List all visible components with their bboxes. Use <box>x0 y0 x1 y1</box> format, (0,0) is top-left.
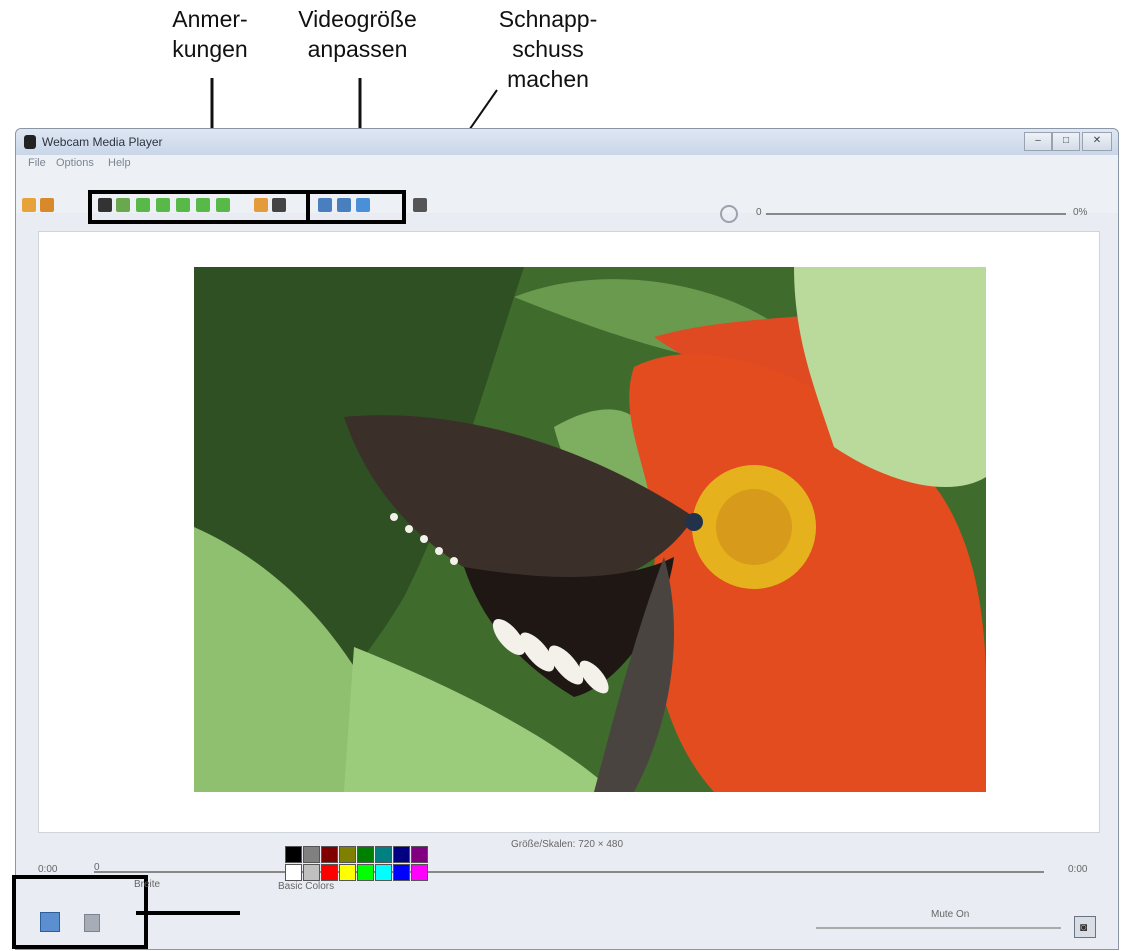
color-swatch[interactable] <box>393 864 410 881</box>
color-swatch[interactable] <box>357 846 374 863</box>
camera-icon[interactable] <box>413 198 427 212</box>
video-size-status: Größe/Skalen: 720 × 480 <box>510 839 624 850</box>
annotation-tools-highlight-box <box>88 190 310 224</box>
mute-button[interactable]: ◙ <box>1074 916 1096 938</box>
menu-options[interactable]: Options <box>56 157 94 169</box>
color-swatch[interactable] <box>339 846 356 863</box>
color-swatch[interactable] <box>285 846 302 863</box>
color-swatch[interactable] <box>375 846 392 863</box>
color-swatch[interactable] <box>411 864 428 881</box>
toolbar <box>16 173 1118 224</box>
color-palette <box>285 846 428 881</box>
window-title: Webcam Media Player <box>42 135 163 149</box>
color-swatch[interactable] <box>303 846 320 863</box>
color-swatch[interactable] <box>375 864 392 881</box>
color-swatch[interactable] <box>321 846 338 863</box>
title-bar: Webcam Media Player – □ ✕ <box>16 129 1118 155</box>
color-swatch[interactable] <box>393 846 410 863</box>
seek-slider[interactable] <box>94 871 1044 873</box>
mode-highlight-box <box>12 875 148 949</box>
pen-width-line[interactable] <box>136 911 240 915</box>
zoom-value: 0 <box>756 207 762 218</box>
volume-slider[interactable] <box>816 927 1061 929</box>
open-url-icon[interactable] <box>40 198 54 212</box>
color-swatch[interactable] <box>357 864 374 881</box>
zoom-icon[interactable] <box>720 205 738 223</box>
color-swatch[interactable] <box>339 864 356 881</box>
app-window: Webcam Media Player – □ ✕ File Options H… <box>12 128 1119 950</box>
mute-label: Mute On <box>931 909 970 920</box>
close-button[interactable]: ✕ <box>1082 132 1112 151</box>
color-swatch[interactable] <box>411 846 428 863</box>
video-area <box>38 231 1100 833</box>
resize-tools-highlight-box <box>306 190 406 224</box>
open-folder-icon[interactable] <box>22 198 36 212</box>
zoom-slider[interactable] <box>766 213 1066 215</box>
zoom-percent: 0% <box>1073 207 1088 218</box>
menu-help[interactable]: Help <box>108 157 131 169</box>
pen-width-label: Breite <box>134 879 161 890</box>
time-start: 0:00 <box>38 864 58 875</box>
time-end: 0:00 <box>1068 864 1088 875</box>
speaker-icon: ◙ <box>1080 920 1088 934</box>
color-swatch[interactable] <box>303 864 320 881</box>
color-swatch[interactable] <box>321 864 338 881</box>
menu-file[interactable]: File <box>28 157 46 169</box>
app-icon <box>24 135 36 149</box>
basic-colors-label: Basic Colors <box>278 881 335 892</box>
color-swatch[interactable] <box>285 864 302 881</box>
maximize-button[interactable]: □ <box>1052 132 1080 151</box>
menu-bar: File Options Help <box>16 155 1118 173</box>
video-frame[interactable] <box>194 267 986 792</box>
minimize-button[interactable]: – <box>1024 132 1052 151</box>
